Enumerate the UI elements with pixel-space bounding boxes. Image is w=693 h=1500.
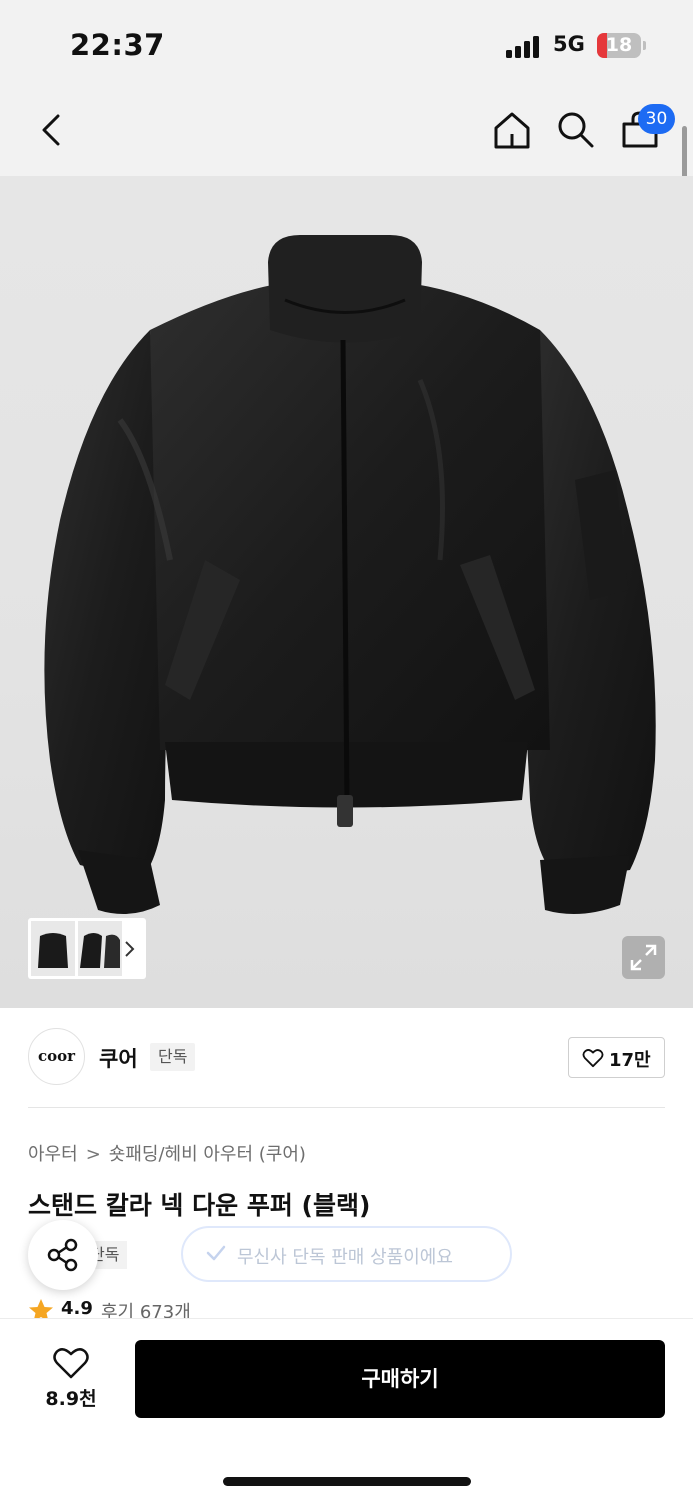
chevron-right-icon[interactable] (124, 940, 136, 958)
exclusive-notice-text: 무신사 단독 판매 상품이에요 (237, 1247, 453, 1268)
battery-level: 18 (605, 34, 633, 56)
back-icon[interactable] (38, 112, 64, 148)
wishlist-heart-icon[interactable] (52, 1346, 90, 1380)
rating-row[interactable]: 4.9 후기 673개 (28, 1296, 328, 1318)
breadcrumb-item-outer[interactable]: 아우터 (28, 1144, 78, 1165)
star-icon (29, 1299, 53, 1318)
status-time: 22:37 (70, 28, 165, 62)
wishlist-count: 8.9천 (45, 1388, 97, 1410)
cart-badge: 30 (638, 104, 675, 134)
search-icon[interactable] (556, 110, 596, 150)
buy-button[interactable]: 구매하기 (135, 1340, 665, 1418)
check-icon (206, 1245, 226, 1261)
home-indicator[interactable] (223, 1477, 471, 1486)
status-bar: 22:37 5G 18 (0, 0, 693, 90)
share-icon (47, 1238, 78, 1272)
review-count[interactable]: 후기 673개 (101, 1298, 191, 1318)
network-type: 5G (553, 32, 585, 56)
home-icon[interactable] (492, 110, 532, 150)
divider (28, 1107, 665, 1108)
expand-icon[interactable] (622, 936, 665, 979)
breadcrumb: 아우터 > 숏패딩/헤비 아우터 (쿠어) (28, 1140, 306, 1166)
breadcrumb-item-category[interactable]: 숏패딩/헤비 아우터 (쿠어) (109, 1144, 306, 1165)
battery-tip (643, 41, 646, 50)
brand-name[interactable]: 쿠어 (99, 1043, 138, 1073)
expand-button[interactable] (622, 936, 665, 979)
breadcrumb-separator: > (85, 1144, 101, 1165)
brand-logo[interactable]: coor (28, 1028, 85, 1085)
share-button[interactable] (28, 1220, 98, 1290)
thumbnail-strip[interactable] (28, 918, 146, 979)
rating-score: 4.9 (61, 1298, 93, 1318)
exclusive-notice: 무신사 단독 판매 상품이에요 (181, 1226, 512, 1282)
jacket-illustration (44, 235, 656, 914)
battery-icon: 18 (597, 33, 641, 58)
brand-exclusive-tag: 단독 (150, 1043, 196, 1071)
signal-icon (506, 36, 542, 58)
product-title: 스탠드 칼라 넥 다운 푸퍼 (블랙) (28, 1191, 371, 1220)
brand-like-button[interactable]: 17만 (568, 1037, 665, 1078)
product-image[interactable] (0, 176, 693, 1008)
brand-like-count: 17만 (609, 1050, 651, 1071)
heart-icon (582, 1049, 604, 1068)
